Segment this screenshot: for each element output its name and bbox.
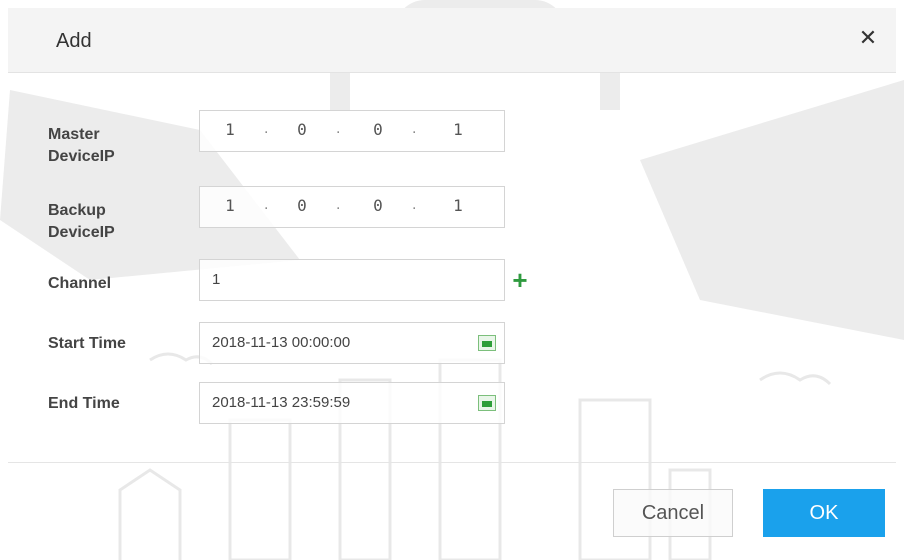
ip-octet-3[interactable]: 0: [358, 196, 398, 215]
backup-deviceip-label: Backup DeviceIP: [48, 202, 115, 241]
ip-octet-1[interactable]: 1: [210, 196, 250, 215]
calendar-icon[interactable]: [478, 335, 496, 351]
ip-separator: .: [264, 120, 269, 137]
calendar-icon[interactable]: [478, 395, 496, 411]
backup-deviceip-input[interactable]: 1 . 0 . 0 . 1: [199, 186, 505, 228]
ip-separator: .: [336, 196, 341, 213]
ok-button[interactable]: OK: [763, 489, 885, 537]
dialog-title: Add: [56, 30, 92, 52]
close-icon[interactable]: ✕: [856, 26, 880, 50]
end-time-input[interactable]: 2018-11-13 23:59:59: [199, 382, 505, 424]
master-deviceip-label: Master DeviceIP: [48, 126, 115, 165]
ip-octet-1[interactable]: 1: [210, 120, 250, 139]
add-dialog: Add ✕ Master DeviceIP 1 . 0 . 0 . 1 Back…: [8, 8, 896, 560]
start-time-row: Start Time 2018-11-13 00:00:00: [8, 322, 896, 364]
backup-deviceip-row: Backup DeviceIP 1 . 0 . 0 . 1: [8, 186, 896, 246]
end-time-row: End Time 2018-11-13 23:59:59: [8, 382, 896, 424]
start-time-label: Start Time: [48, 335, 126, 352]
channel-row: Channel 1 +: [8, 259, 896, 301]
master-deviceip-input[interactable]: 1 . 0 . 0 . 1: [199, 110, 505, 152]
footer-divider: [8, 462, 896, 463]
ip-separator: .: [336, 120, 341, 137]
ip-octet-2[interactable]: 0: [282, 120, 322, 139]
plus-icon[interactable]: +: [508, 259, 532, 301]
channel-label: Channel: [48, 275, 112, 292]
channel-input[interactable]: 1: [199, 259, 505, 301]
end-time-label: End Time: [48, 395, 120, 412]
ip-octet-2[interactable]: 0: [282, 196, 322, 215]
start-time-input[interactable]: 2018-11-13 00:00:00: [199, 322, 505, 364]
ip-separator: .: [264, 196, 269, 213]
ip-octet-4[interactable]: 1: [438, 120, 478, 139]
ip-octet-3[interactable]: 0: [358, 120, 398, 139]
cancel-button[interactable]: Cancel: [613, 489, 733, 537]
ip-separator: .: [412, 196, 417, 213]
master-deviceip-row: Master DeviceIP 1 . 0 . 0 . 1: [8, 110, 896, 170]
ip-separator: .: [412, 120, 417, 137]
dialog-titlebar: Add ✕: [8, 8, 896, 73]
start-time-value: 2018-11-13 00:00:00: [212, 334, 351, 351]
end-time-value: 2018-11-13 23:59:59: [212, 394, 351, 411]
ip-octet-4[interactable]: 1: [438, 196, 478, 215]
